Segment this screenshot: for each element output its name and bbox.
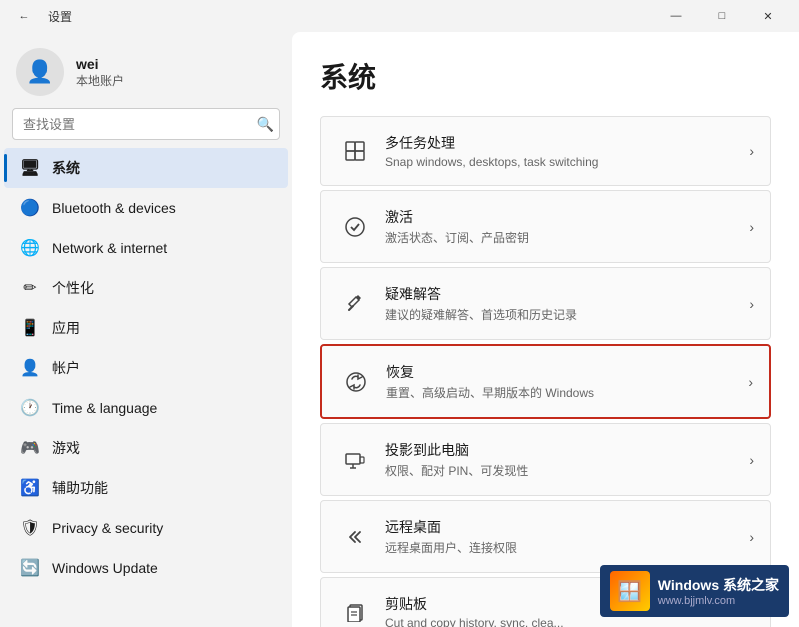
recovery-desc: 重置、高级启动、早期版本的 Windows	[386, 384, 740, 401]
search-icon[interactable]: 🔍	[257, 116, 274, 133]
main-content: 系统 多任务处理 Snap windows, desktops, task sw…	[292, 32, 799, 627]
user-name: wei	[76, 56, 124, 72]
sidebar-item-network[interactable]: 🌐 Network & internet	[4, 228, 288, 268]
watermark-line2: www.bjjmlv.com	[658, 595, 779, 607]
recovery-text: 恢复 重置、高级启动、早期版本的 Windows	[386, 362, 740, 401]
projection-desc: 权限、配对 PIN、可发现性	[385, 462, 741, 479]
back-button[interactable]: ←	[8, 0, 40, 32]
multitasking-chevron: ›	[749, 143, 754, 159]
nav-list: 🖥 系统 🔵 Bluetooth & devices 🌐 Network & i…	[0, 148, 292, 588]
multitasking-title: 多任务处理	[385, 133, 741, 153]
setting-item-multitasking[interactable]: 多任务处理 Snap windows, desktops, task switc…	[320, 116, 771, 186]
user-subtitle: 本地账户	[76, 72, 124, 89]
remote-chevron: ›	[749, 529, 754, 545]
sidebar-item-accounts[interactable]: 👤 帐户	[4, 348, 288, 388]
remote-icon	[337, 519, 373, 555]
settings-list: 多任务处理 Snap windows, desktops, task switc…	[320, 116, 771, 627]
apps-label: 应用	[52, 318, 80, 338]
sidebar-item-apps[interactable]: 📱 应用	[4, 308, 288, 348]
update-label: Windows Update	[52, 560, 158, 576]
system-label: 系统	[52, 158, 80, 178]
clipboard-icon	[337, 594, 373, 627]
multitasking-desc: Snap windows, desktops, task switching	[385, 155, 741, 169]
minimize-button[interactable]: —	[653, 0, 699, 32]
sidebar-item-privacy[interactable]: 🛡 Privacy & security	[4, 508, 288, 548]
setting-item-activation[interactable]: 激活 激活状态、订阅、产品密钥 ›	[320, 190, 771, 263]
user-info: wei 本地账户	[76, 56, 124, 89]
clipboard-desc: Cut and copy history, sync, clea...	[385, 616, 741, 627]
activation-text: 激活 激活状态、订阅、产品密钥	[385, 207, 741, 246]
maximize-button[interactable]: □	[699, 0, 745, 32]
recovery-title: 恢复	[386, 362, 740, 382]
watermark-text: Windows 系统之家 www.bjjmlv.com	[658, 575, 779, 607]
close-button[interactable]: ✕	[745, 0, 791, 32]
projection-text: 投影到此电脑 权限、配对 PIN、可发现性	[385, 440, 741, 479]
privacy-icon: 🛡	[20, 518, 40, 538]
app-window: 👤 wei 本地账户 🔍 🖥 系统 🔵 Bluetooth & devices …	[0, 32, 799, 627]
accessibility-label: 辅助功能	[52, 478, 108, 498]
setting-item-troubleshoot[interactable]: 疑难解答 建议的疑难解答、首选项和历史记录 ›	[320, 267, 771, 340]
projection-title: 投影到此电脑	[385, 440, 741, 460]
bluetooth-icon: 🔵	[20, 198, 40, 218]
troubleshoot-title: 疑难解答	[385, 284, 741, 304]
sidebar-item-gaming[interactable]: 🎮 游戏	[4, 428, 288, 468]
update-icon: 🔄	[20, 558, 40, 578]
activation-chevron: ›	[749, 219, 754, 235]
privacy-label: Privacy & security	[52, 520, 163, 536]
remote-text: 远程桌面 远程桌面用户、连接权限	[385, 517, 741, 556]
avatar-icon: 👤	[26, 59, 53, 85]
activation-title: 激活	[385, 207, 741, 227]
troubleshoot-desc: 建议的疑难解答、首选项和历史记录	[385, 306, 741, 323]
troubleshoot-chevron: ›	[749, 296, 754, 312]
watermark-logo: 🪟	[610, 571, 650, 611]
apps-icon: 📱	[20, 318, 40, 338]
remote-desc: 远程桌面用户、连接权限	[385, 539, 741, 556]
search-box: 🔍	[12, 108, 280, 140]
accounts-icon: 👤	[20, 358, 40, 378]
network-label: Network & internet	[52, 240, 167, 256]
search-input[interactable]	[12, 108, 280, 140]
setting-item-projection[interactable]: 投影到此电脑 权限、配对 PIN、可发现性 ›	[320, 423, 771, 496]
sidebar-item-personalization[interactable]: ✏ 个性化	[4, 268, 288, 308]
accounts-label: 帐户	[52, 358, 80, 378]
activation-desc: 激活状态、订阅、产品密钥	[385, 229, 741, 246]
user-profile[interactable]: 👤 wei 本地账户	[0, 32, 292, 108]
troubleshoot-text: 疑难解答 建议的疑难解答、首选项和历史记录	[385, 284, 741, 323]
watermark: 🪟 Windows 系统之家 www.bjjmlv.com	[600, 565, 789, 617]
title-bar-controls: — □ ✕	[653, 0, 791, 32]
bluetooth-label: Bluetooth & devices	[52, 200, 176, 216]
projection-icon	[337, 442, 373, 478]
title-bar: ← 设置 — □ ✕	[0, 0, 799, 32]
sidebar-item-system[interactable]: 🖥 系统	[4, 148, 288, 188]
time-label: Time & language	[52, 400, 157, 416]
setting-item-recovery[interactable]: 恢复 重置、高级启动、早期版本的 Windows ›	[320, 344, 771, 419]
system-icon: 🖥	[20, 158, 40, 178]
setting-item-remote[interactable]: 远程桌面 远程桌面用户、连接权限 ›	[320, 500, 771, 573]
gaming-label: 游戏	[52, 438, 80, 458]
accessibility-icon: ♿	[20, 478, 40, 498]
network-icon: 🌐	[20, 238, 40, 258]
gaming-icon: 🎮	[20, 438, 40, 458]
sidebar-item-accessibility[interactable]: ♿ 辅助功能	[4, 468, 288, 508]
recovery-icon	[338, 364, 374, 400]
sidebar: 👤 wei 本地账户 🔍 🖥 系统 🔵 Bluetooth & devices …	[0, 32, 292, 627]
personalization-icon: ✏	[20, 278, 40, 298]
sidebar-item-update[interactable]: 🔄 Windows Update	[4, 548, 288, 588]
troubleshoot-icon	[337, 286, 373, 322]
recovery-chevron: ›	[748, 374, 753, 390]
window-title: 设置	[48, 8, 72, 25]
personalization-label: 个性化	[52, 278, 94, 298]
projection-chevron: ›	[749, 452, 754, 468]
sidebar-item-bluetooth[interactable]: 🔵 Bluetooth & devices	[4, 188, 288, 228]
remote-title: 远程桌面	[385, 517, 741, 537]
page-title: 系统	[320, 56, 771, 96]
sidebar-item-time[interactable]: 🕐 Time & language	[4, 388, 288, 428]
multitasking-text: 多任务处理 Snap windows, desktops, task switc…	[385, 133, 741, 169]
activation-icon	[337, 209, 373, 245]
title-bar-left: ← 设置	[8, 0, 72, 32]
avatar: 👤	[16, 48, 64, 96]
multitasking-icon	[337, 133, 373, 169]
time-icon: 🕐	[20, 398, 40, 418]
watermark-line1: Windows 系统之家	[658, 575, 779, 595]
